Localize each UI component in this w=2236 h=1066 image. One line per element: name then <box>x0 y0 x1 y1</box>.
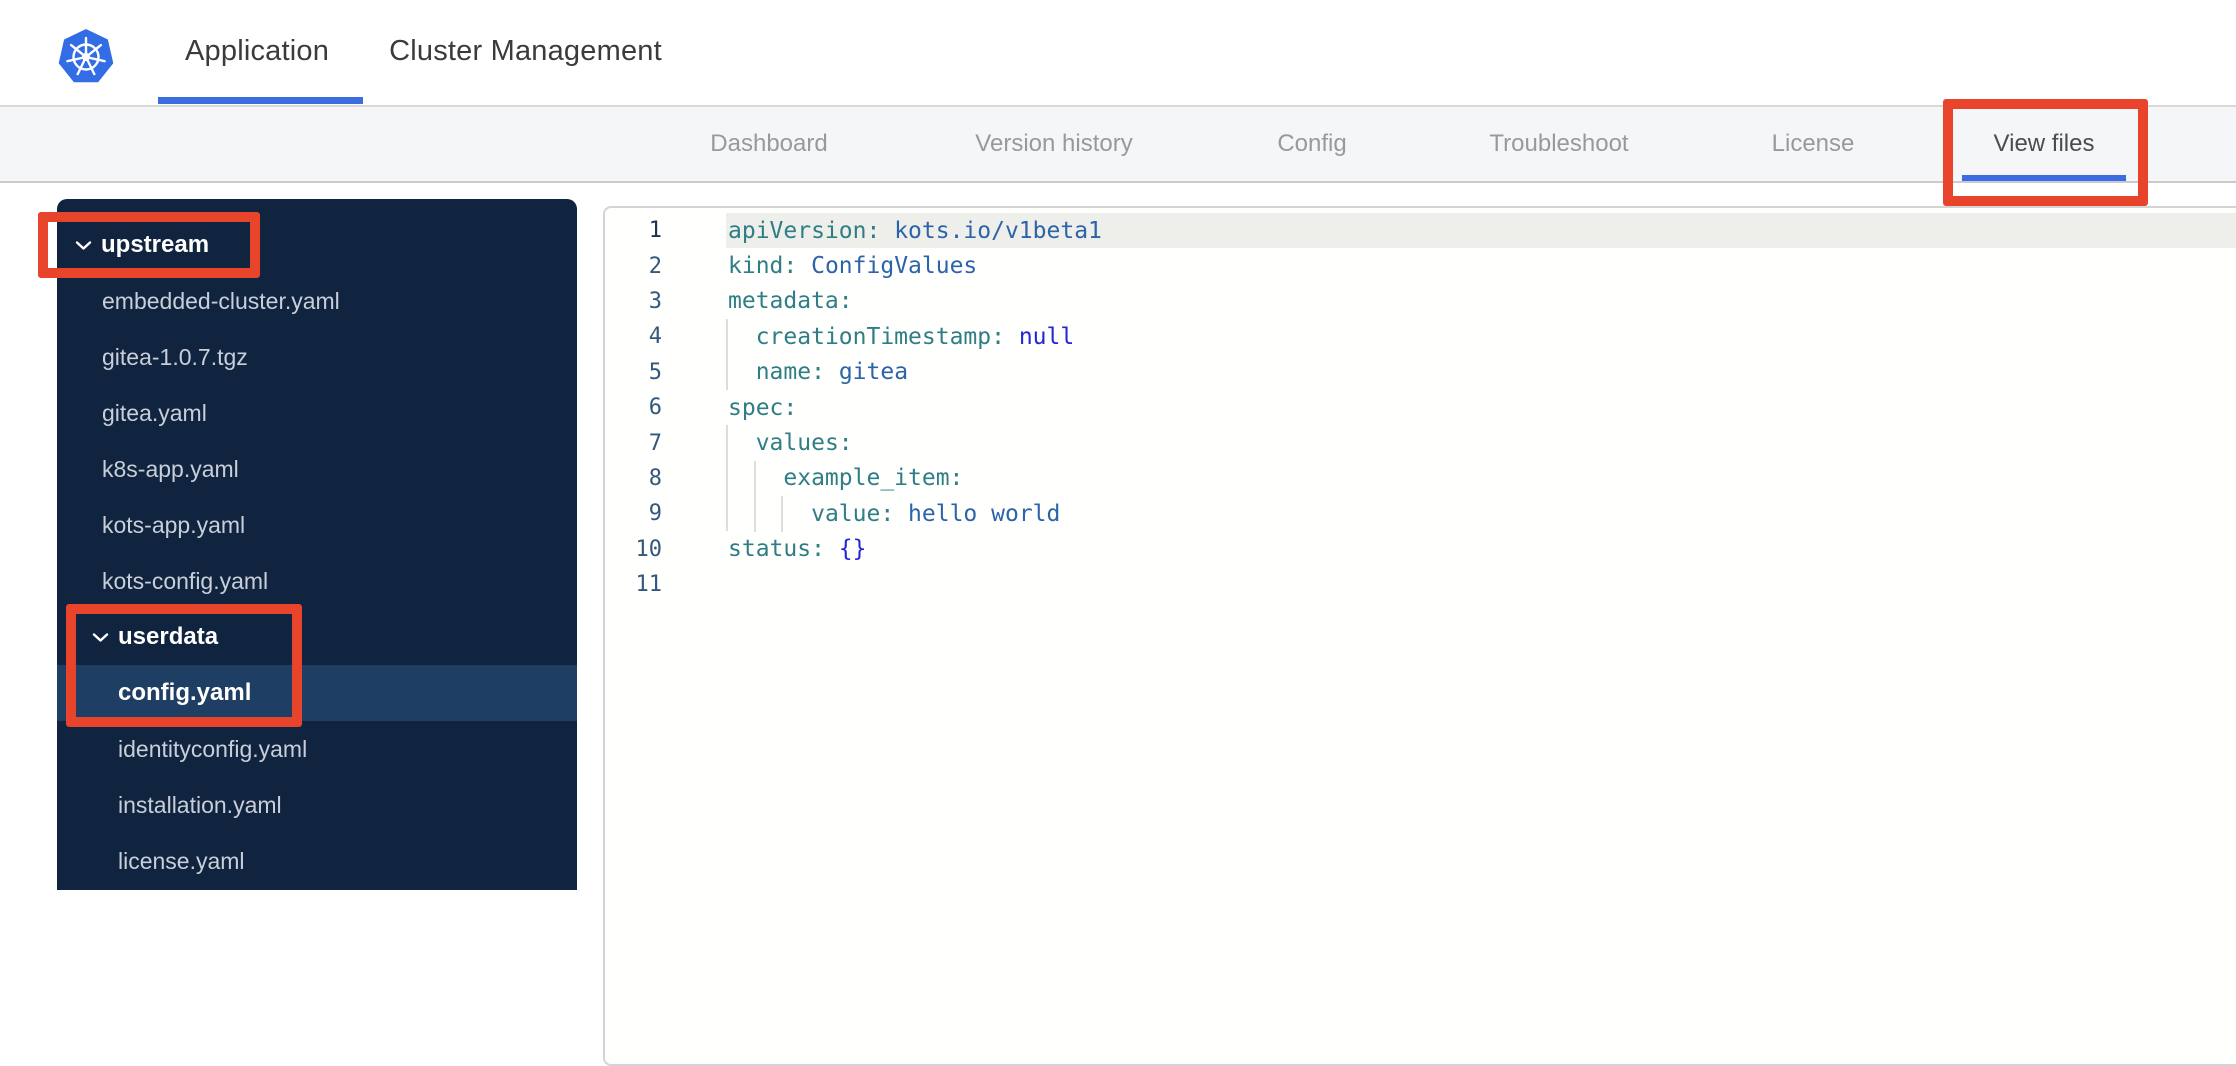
nav-tab-dashboard[interactable]: Dashboard <box>710 107 827 181</box>
tree-file-installation-yaml[interactable]: installation.yaml <box>57 777 577 833</box>
tree-label: installation.yaml <box>118 791 282 818</box>
tree-file-kots-config-yaml[interactable]: kots-config.yaml <box>57 553 577 609</box>
line-number: 7 <box>648 430 662 456</box>
tree-file-gitea-1-0-7-tgz[interactable]: gitea-1.0.7.tgz <box>57 329 577 385</box>
tree-file-embedded-cluster-yaml[interactable]: embedded-cluster.yaml <box>57 273 577 329</box>
tree-file-gitea-yaml[interactable]: gitea.yaml <box>57 385 577 441</box>
code-line-2[interactable]: 2 kind: ConfigValues <box>605 248 2236 283</box>
line-number: 5 <box>648 359 662 385</box>
code-text: name: gitea <box>755 359 909 386</box>
code-text: spec: <box>728 394 798 421</box>
code-line-7[interactable]: 7 values: <box>605 425 2236 460</box>
tree-label: gitea.yaml <box>102 399 207 426</box>
line-number: 2 <box>648 253 662 279</box>
code-line-9[interactable]: 9 value: hello world <box>605 496 2236 531</box>
tree-label: gitea-1.0.7.tgz <box>102 343 248 370</box>
tree-file-kots-app-yaml[interactable]: kots-app.yaml <box>57 497 577 553</box>
line-number: 3 <box>648 288 662 314</box>
code-text: apiVersion: kots.io/v1beta1 <box>728 217 1102 244</box>
code-line-1[interactable]: 1 apiVersion: kots.io/v1beta1 <box>605 213 2236 249</box>
code-line-8[interactable]: 8 example_item: <box>605 461 2236 496</box>
code-line-6[interactable]: 6 spec: <box>605 390 2236 425</box>
code-text: value: hello world <box>811 500 1061 527</box>
tree-label: embedded-cluster.yaml <box>102 287 340 314</box>
app-nav: Dashboard Version history Config Troublesho… <box>0 107 2236 183</box>
tree-label: upstream <box>101 231 210 258</box>
code-text: kind: ConfigValues <box>728 253 978 280</box>
code-line-5[interactable]: 5 name: gitea <box>605 355 2236 390</box>
tree-folder-userdata[interactable]: userdata <box>57 609 577 665</box>
tree-label: config.yaml <box>118 679 252 706</box>
chevron-down-icon <box>75 240 92 251</box>
nav-tab-troubleshoot[interactable]: Troubleshoot <box>1489 107 1628 181</box>
tree-folder-upstream[interactable]: upstream <box>57 217 577 273</box>
tree-label: userdata <box>118 623 219 650</box>
tree-label: license.yaml <box>118 847 245 874</box>
tree-file-identityconfig-yaml[interactable]: identityconfig.yaml <box>57 721 577 777</box>
tree-file-license-yaml[interactable]: license.yaml <box>57 833 577 889</box>
code-line-4[interactable]: 4 creationTimestamp: null <box>605 319 2236 354</box>
header-tabs: Application Cluster Management <box>185 0 662 103</box>
tree-label: identityconfig.yaml <box>118 735 308 762</box>
header-tab-application[interactable]: Application <box>185 35 329 68</box>
code-text: example_item: <box>783 465 964 492</box>
code-text: status: {} <box>728 536 867 563</box>
kubernetes-logo <box>58 29 114 83</box>
line-number: 4 <box>648 324 662 350</box>
code-text: creationTimestamp: null <box>755 323 1075 350</box>
tree-label: kots-app.yaml <box>102 511 246 538</box>
chevron-down-icon <box>92 632 109 643</box>
code-line-11[interactable]: 11 <box>605 567 2236 602</box>
code-line-10[interactable]: 10 status: {} <box>605 532 2236 567</box>
line-number: 9 <box>648 501 662 527</box>
line-number: 10 <box>635 536 663 562</box>
header-tab-cluster-management[interactable]: Cluster Management <box>389 35 662 68</box>
yaml-editor[interactable]: 1 apiVersion: kots.io/v1beta1 2 kind: Confi… <box>603 206 2236 1066</box>
line-number: 8 <box>648 465 662 491</box>
code-line-3[interactable]: 3 metadata: <box>605 284 2236 319</box>
code-text: values: <box>755 430 853 457</box>
code-lines: 1 apiVersion: kots.io/v1beta1 2 kind: Confi… <box>605 213 2236 602</box>
active-nav-tab-underline <box>1962 175 2126 181</box>
line-number: 1 <box>648 218 662 244</box>
tree-file-k8s-app-yaml[interactable]: k8s-app.yaml <box>57 441 577 497</box>
code-text: metadata: <box>728 288 853 315</box>
file-tree-sidebar: upstream embedded-cluster.yaml gitea-1.0.7… <box>57 199 577 890</box>
tree-label: k8s-app.yaml <box>102 455 239 482</box>
tree-file-config-yaml[interactable]: config.yaml <box>57 665 577 721</box>
nav-tab-license[interactable]: License <box>1772 107 1855 181</box>
line-number: 6 <box>648 395 662 421</box>
active-header-tab-underline <box>158 97 363 104</box>
nav-tab-version-history[interactable]: Version history <box>975 107 1132 181</box>
nav-tab-view-files[interactable]: View files <box>1994 107 2095 181</box>
nav-tab-config[interactable]: Config <box>1277 107 1346 181</box>
tree-label: kots-config.yaml <box>102 567 269 594</box>
app-header: Application Cluster Management <box>0 0 2236 107</box>
line-number: 11 <box>635 572 663 598</box>
